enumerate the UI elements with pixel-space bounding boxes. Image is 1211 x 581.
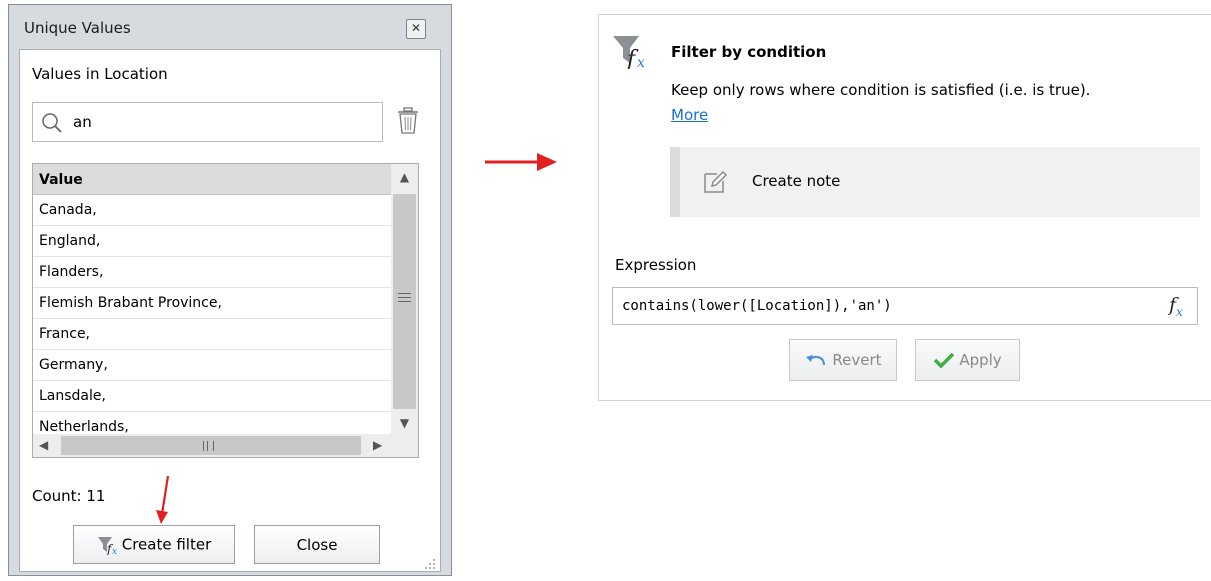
unique-values-dialog: Unique Values ✕ Values in Location Value…	[8, 4, 452, 576]
undo-icon	[806, 355, 826, 366]
expression-label: Expression	[615, 256, 697, 274]
scrollbar-corner	[391, 434, 418, 457]
table-row[interactable]: Canada,	[33, 195, 391, 226]
table-row[interactable]: France,	[33, 319, 391, 350]
search-box[interactable]	[32, 102, 383, 142]
svg-text:x: x	[637, 55, 645, 69]
scroll-right-icon[interactable]: ▶	[373, 438, 382, 452]
table-row[interactable]: Lansdale,	[33, 381, 391, 412]
close-icon[interactable]: ✕	[406, 19, 426, 39]
svg-text:x: x	[112, 547, 117, 555]
edit-note-icon	[704, 170, 728, 193]
search-input[interactable]	[73, 111, 373, 133]
expression-input[interactable]: contains(lower([Location]),'an')	[622, 298, 892, 314]
annotation-arrow-icon	[156, 475, 170, 524]
values-grid: Value Canada, England, Flanders, Flemish…	[32, 163, 419, 458]
close-button[interactable]: Close	[254, 525, 380, 564]
function-fx-icon[interactable]: fx	[1169, 294, 1183, 319]
table-row[interactable]: Flanders,	[33, 257, 391, 288]
create-note-label: Create note	[752, 172, 841, 190]
create-filter-label: Create filter	[121, 535, 212, 553]
expression-field[interactable]: contains(lower([Location]),'an') fx	[612, 287, 1198, 325]
revert-label: Revert	[832, 350, 882, 369]
table-row[interactable]: Flemish Brabant Province,	[33, 288, 391, 319]
dialog-body: Values in Location Value Canada, England…	[19, 49, 441, 572]
resize-grip-icon[interactable]	[424, 558, 436, 570]
panel-description: Keep only rows where condition is satisf…	[671, 81, 1091, 99]
horizontal-scrollbar[interactable]: ◀ ▶	[33, 434, 391, 457]
search-icon	[42, 113, 62, 133]
scroll-up-icon[interactable]: ▲	[391, 170, 418, 184]
revert-button[interactable]: Revert	[789, 339, 897, 381]
dialog-title: Unique Values	[24, 19, 131, 37]
table-row[interactable]: Germany,	[33, 350, 391, 381]
grid-rows: Canada, England, Flanders, Flemish Braba…	[33, 195, 391, 443]
trash-icon[interactable]	[397, 107, 419, 135]
vertical-scroll-thumb[interactable]	[393, 194, 416, 409]
create-note-button[interactable]: Create note	[670, 147, 1200, 217]
values-caption: Values in Location	[32, 65, 168, 83]
panel-title: Filter by condition	[671, 43, 827, 61]
filter-by-condition-panel: f x Filter by condition Keep only rows w…	[598, 14, 1211, 401]
filter-fx-icon: f x	[97, 536, 117, 555]
create-filter-button[interactable]: f x Create filter	[73, 525, 235, 564]
table-row[interactable]: England,	[33, 226, 391, 257]
checkmark-icon	[934, 353, 955, 369]
scroll-left-icon[interactable]: ◀	[39, 438, 48, 452]
grip-icon	[203, 441, 214, 451]
more-link[interactable]: More	[671, 106, 708, 124]
dialog-titlebar[interactable]: Unique Values ✕	[9, 5, 451, 49]
horizontal-scroll-thumb[interactable]	[61, 436, 361, 455]
column-header-value[interactable]: Value	[33, 164, 391, 195]
transition-arrow-icon	[485, 153, 557, 171]
filter-fx-icon: f x	[613, 36, 645, 69]
scroll-down-icon[interactable]: ▼	[391, 416, 418, 430]
apply-label: Apply	[959, 350, 1002, 369]
count-label: Count: 11	[32, 487, 106, 505]
vertical-scrollbar[interactable]: ▲ ▼	[391, 164, 418, 434]
close-button-label: Close	[296, 535, 338, 554]
grip-icon	[398, 293, 411, 302]
apply-button[interactable]: Apply	[915, 339, 1020, 381]
